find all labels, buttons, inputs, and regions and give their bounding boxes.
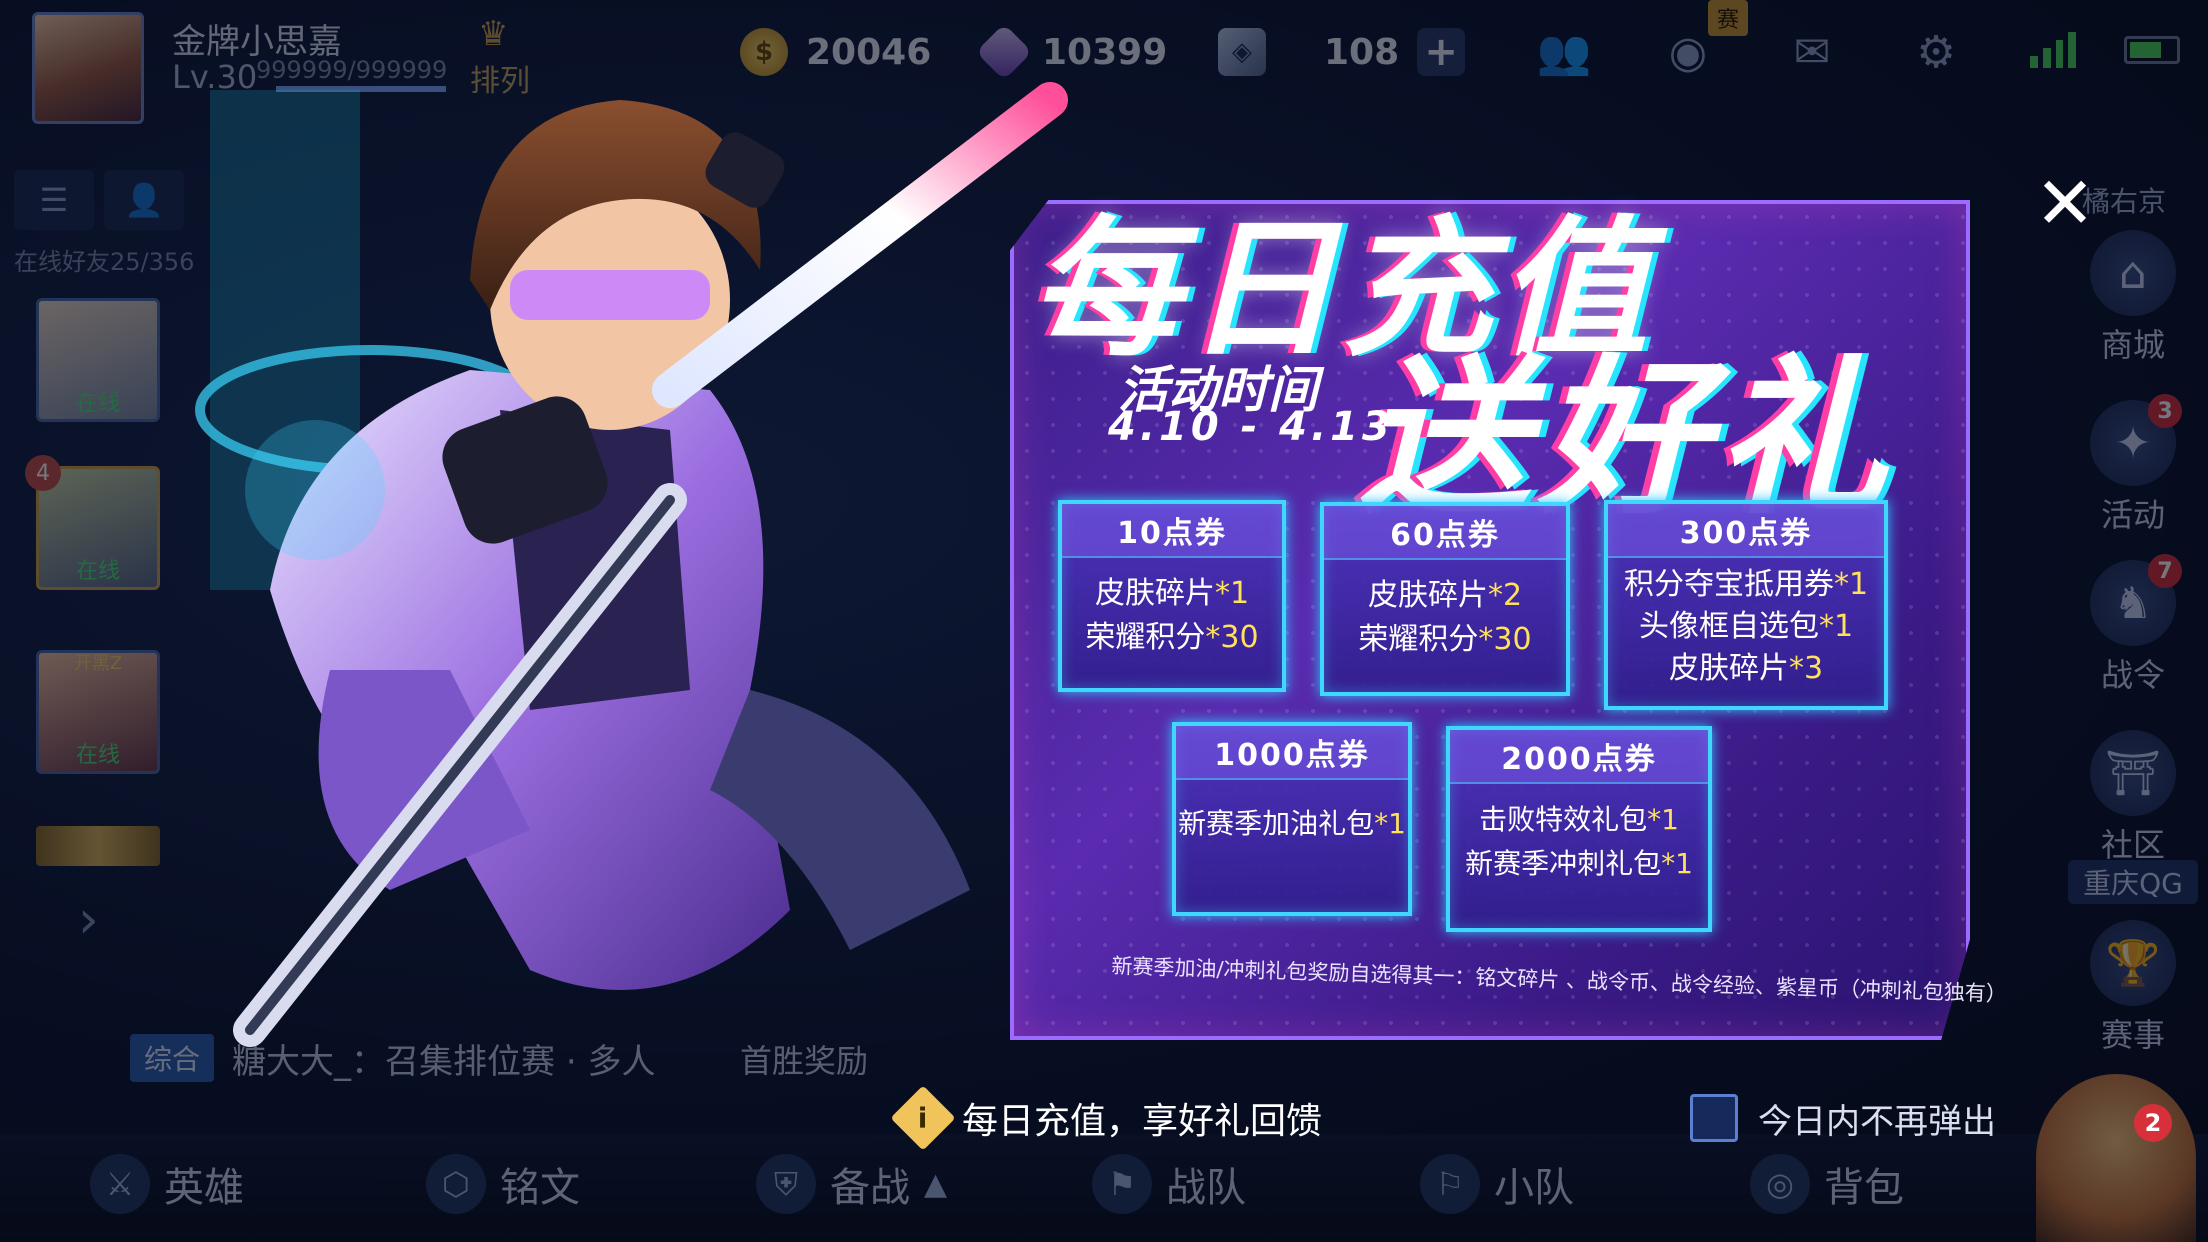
reward-qty: *1 — [1661, 847, 1693, 880]
tier-rewards: 皮肤碎片*2 荣耀积分*30 — [1324, 560, 1566, 662]
reward-name: 新赛季冲刺礼包 — [1465, 847, 1662, 880]
reward-item: 新赛季加油礼包*1 — [1176, 802, 1408, 846]
tier-rewards: 积分夺宝抵用券*1 头像框自选包*1 皮肤碎片*3 — [1608, 558, 1884, 690]
tier-rewards: 皮肤碎片*1 荣耀积分*30 — [1062, 558, 1282, 660]
tier-card: 60点券 皮肤碎片*2 荣耀积分*30 — [1320, 502, 1570, 696]
activity-dates: 4.10 - 4.13 — [1108, 404, 1394, 450]
hero-illustration — [195, 82, 1068, 1047]
dont-show-label: 今日内不再弹出 — [1758, 1101, 1996, 1142]
reward-item: 荣耀积分*30 — [1324, 618, 1566, 662]
tier-rewards: 新赛季加油礼包*1 — [1176, 780, 1408, 846]
reward-name: 皮肤碎片 — [1367, 578, 1488, 613]
tier-title: 10点券 — [1062, 504, 1282, 558]
tier-title: 2000点券 — [1450, 730, 1708, 784]
tier-title: 1000点券 — [1176, 726, 1408, 780]
tier-card: 300点券 积分夺宝抵用券*1 头像框自选包*1 皮肤碎片*3 — [1604, 500, 1888, 710]
reward-qty: *1 — [1647, 803, 1679, 836]
reward-qty: *1 — [1374, 807, 1406, 840]
reward-name: 荣耀积分 — [1085, 620, 1206, 655]
reward-item: 荣耀积分*30 — [1062, 616, 1282, 660]
tier-card: 1000点券 新赛季加油礼包*1 — [1172, 722, 1412, 916]
reward-name: 击败特效礼包 — [1479, 803, 1648, 836]
tier-rewards: 击败特效礼包*1 新赛季冲刺礼包*1 — [1450, 784, 1708, 886]
reward-name: 积分夺宝抵用券 — [1623, 567, 1834, 602]
dont-show-checkbox[interactable] — [1690, 1094, 1738, 1142]
reward-item: 新赛季冲刺礼包*1 — [1450, 842, 1708, 886]
reward-name: 皮肤碎片 — [1094, 576, 1215, 611]
tier-title: 60点券 — [1324, 506, 1566, 560]
popup-tip-text: 每日充值，享好礼回馈 — [962, 1101, 1323, 1142]
reward-qty: *2 — [1487, 578, 1523, 613]
reward-name: 荣耀积分 — [1358, 622, 1479, 657]
reward-item: 积分夺宝抵用券*1 — [1608, 564, 1884, 606]
reward-qty: *3 — [1788, 651, 1824, 686]
tier-card: 10点券 皮肤碎片*1 荣耀积分*30 — [1058, 500, 1286, 692]
reward-name: 皮肤碎片 — [1668, 651, 1789, 686]
reward-qty: *1 — [1214, 576, 1250, 611]
popup-tip: i 每日充值，享好礼回馈 — [890, 1085, 1323, 1151]
reward-qty: *30 — [1478, 622, 1532, 657]
reward-qty: *30 — [1205, 620, 1259, 655]
dont-show-today-toggle[interactable]: 今日内不再弹出 — [1690, 1090, 1996, 1146]
tier-card: 2000点券 击败特效礼包*1 新赛季冲刺礼包*1 — [1446, 726, 1712, 932]
game-lobby: 金牌小思嘉 Lv.30 999999/999999 ♛ 排列 $ 20046 1… — [0, 0, 2208, 1242]
reward-name: 头像框自选包 — [1638, 609, 1819, 644]
reward-item: 皮肤碎片*3 — [1608, 648, 1884, 690]
reward-qty: *1 — [1818, 609, 1854, 644]
reward-item: 皮肤碎片*1 — [1062, 572, 1282, 616]
close-button[interactable]: ✕ — [2030, 161, 2100, 245]
tier-title: 300点券 — [1608, 504, 1884, 558]
reward-item: 皮肤碎片*2 — [1324, 574, 1566, 618]
reward-item: 头像框自选包*1 — [1608, 606, 1884, 648]
reward-name: 新赛季加油礼包 — [1178, 807, 1375, 840]
reward-item: 击败特效礼包*1 — [1450, 798, 1708, 842]
info-icon: i — [890, 1085, 956, 1151]
reward-qty: *1 — [1833, 567, 1869, 602]
daily-recharge-popup: 每日充值 送好礼 活动时间 4.10 - 4.13 10点券 皮肤碎片*1 荣耀… — [0, 0, 2208, 1242]
